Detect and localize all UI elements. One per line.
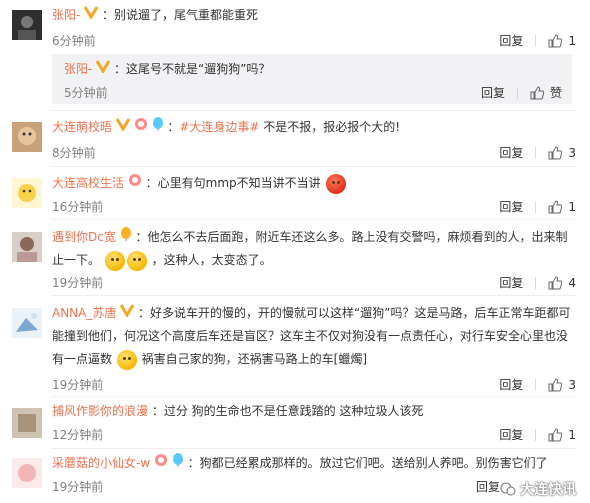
- like-button[interactable]: 4: [548, 276, 576, 290]
- divider: [535, 34, 537, 47]
- divider: [535, 200, 537, 213]
- like-button[interactable]: 赞: [530, 84, 562, 101]
- verified-v-icon: [119, 302, 135, 325]
- like-button[interactable]: 1: [548, 428, 576, 442]
- timestamp: 5分钟前: [64, 86, 108, 100]
- avatar[interactable]: [12, 178, 42, 208]
- avatar[interactable]: [12, 10, 42, 40]
- topic-tag-link[interactable]: #大连身边事#: [179, 120, 259, 134]
- thumb-up-icon: [548, 377, 563, 391]
- comment-text-line: 祸害自己家的狗，还祸害马路上的车[蠟燭]: [141, 352, 368, 366]
- balloon-icon: [152, 116, 164, 139]
- thumb-up-icon: [548, 427, 563, 441]
- awkward-emoji-icon: [116, 349, 137, 370]
- reply-button[interactable]: 回复: [499, 144, 523, 161]
- balloon-icon: [120, 226, 132, 249]
- like-button[interactable]: 1: [548, 34, 576, 48]
- timestamp: 16分钟前: [52, 200, 104, 214]
- thumb-up-icon: [548, 145, 563, 159]
- watermark-text: 大连快讯: [520, 482, 576, 498]
- username-link[interactable]: 大连高校生活: [52, 176, 124, 190]
- comment-text: ：心里有句mmp不知当讲不当讲: [145, 176, 321, 190]
- username-link[interactable]: 张阳-: [52, 8, 80, 22]
- comment-text: 不是不报，报必报个大的!: [263, 120, 401, 134]
- reply-button[interactable]: 回复: [499, 426, 523, 443]
- avatar[interactable]: [12, 308, 42, 338]
- timestamp: 8分钟前: [52, 146, 96, 160]
- timestamp: 19分钟前: [52, 480, 104, 494]
- username-link[interactable]: 张阳-: [64, 62, 92, 76]
- wechat-logo-icon: [500, 482, 516, 496]
- comment-text: ：他怎么不去后面跑，附近车还这么多。路上没有交警吗，麻烦看到的人，出来制: [135, 230, 568, 244]
- nested-reply: 张阳- ：这尾号不就是“遛狗狗”吗？ 5分钟前 回复 赞: [52, 54, 572, 104]
- avatar[interactable]: [12, 408, 42, 438]
- thumb-up-icon: [530, 85, 544, 99]
- reply-button[interactable]: 回复: [499, 198, 523, 215]
- fan-badge-icon: [154, 452, 168, 475]
- timestamp: 19分钟前: [52, 276, 104, 290]
- reply-button[interactable]: 回复: [476, 478, 500, 495]
- like-button[interactable]: 3: [548, 378, 576, 392]
- avatar[interactable]: [12, 232, 42, 262]
- username-link[interactable]: 捕风作影你的浪漫: [52, 404, 148, 418]
- like-button[interactable]: 3: [548, 146, 576, 160]
- watermark: 大连快讯: [500, 479, 576, 499]
- divider: [52, 166, 576, 167]
- username-link[interactable]: 采蘑菇的小仙女-w: [52, 456, 150, 470]
- sad-emoji-icon: [104, 250, 125, 271]
- comment-text: ：狗都已经累成那样的。放过它们吧。送给别人养吧。别伤害它们了: [187, 456, 548, 470]
- divider: [535, 146, 537, 159]
- verified-v-icon: [83, 4, 99, 27]
- divider: [535, 276, 537, 289]
- balloon-icon: [172, 452, 184, 475]
- angry-emoji-icon: [325, 173, 346, 194]
- timestamp: 12分钟前: [52, 428, 104, 442]
- reply-button[interactable]: 回复: [499, 32, 523, 49]
- comment-text-line: ，这种人，太变态了。: [151, 253, 272, 267]
- reply-button[interactable]: 回复: [499, 376, 523, 393]
- avatar[interactable]: [12, 122, 42, 152]
- comment-text: ：过分 狗的生命也不是任意践踏的 这种垃圾人该死: [151, 404, 424, 418]
- reply-button[interactable]: 回复: [499, 274, 523, 291]
- thumb-up-icon: [548, 275, 563, 289]
- divider: [535, 378, 537, 391]
- divider: [52, 295, 576, 296]
- sad-emoji-icon: [126, 250, 147, 271]
- like-count: 3: [568, 145, 576, 160]
- comment-text-line: 有一点逼数: [52, 352, 113, 366]
- comment-text-line: 止一下。: [52, 253, 101, 267]
- like-count: 1: [568, 33, 576, 48]
- like-count: 1: [568, 199, 576, 214]
- verified-v-icon: [115, 116, 131, 139]
- comment-text: ：别说遛了，尾气重都能重死: [102, 8, 259, 22]
- like-count: 1: [568, 427, 576, 442]
- divider: [516, 86, 518, 99]
- thumb-up-icon: [548, 199, 563, 213]
- divider: [52, 219, 576, 220]
- divider: [535, 428, 537, 441]
- divider: [52, 448, 576, 449]
- comment-text: ：这尾号不就是“遛狗狗”吗？: [114, 62, 271, 76]
- divider: [52, 110, 576, 111]
- like-button[interactable]: 1: [548, 200, 576, 214]
- divider: [52, 396, 576, 397]
- fan-badge-icon: [134, 116, 148, 139]
- like-count: 4: [568, 275, 576, 290]
- username-link[interactable]: 大连萌校晤: [52, 120, 112, 134]
- reply-button[interactable]: 回复: [481, 84, 505, 101]
- avatar[interactable]: [12, 458, 42, 488]
- comment-text: ：好多说车开的慢的，开的慢就可以这样“遛狗”吗？这是马路，后车正常车距都可: [138, 306, 571, 320]
- like-count: 3: [568, 377, 576, 392]
- verified-v-icon: [95, 58, 111, 81]
- timestamp: 19分钟前: [52, 378, 104, 392]
- timestamp: 6分钟前: [52, 34, 96, 48]
- fan-badge-icon: [128, 172, 142, 195]
- thumb-up-icon: [548, 33, 563, 47]
- username-link[interactable]: 遇到你Dc宽: [52, 230, 116, 244]
- comment-text-line: 能撞到他们，何况这个高度后车还是盲区？这车主不仅对狗没有一点责任心，对行车安全心…: [52, 329, 569, 343]
- like-label: 赞: [549, 86, 562, 100]
- username-link[interactable]: ANNA_苏唐: [52, 306, 116, 320]
